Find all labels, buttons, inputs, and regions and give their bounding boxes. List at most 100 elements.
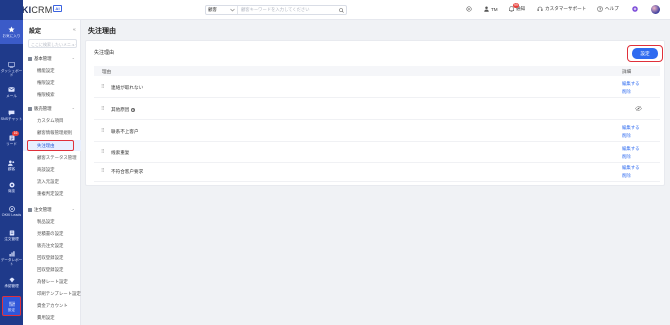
chevron-up-icon: ⌃ xyxy=(71,106,75,112)
rail-item-order[interactable]: 注文管理 xyxy=(0,223,23,247)
rail-item-lead[interactable]: 16 リード xyxy=(0,128,23,152)
drag-handle-icon[interactable]: ⠿ xyxy=(101,128,105,134)
search-scope-value: 顧客 xyxy=(208,7,217,12)
sidebar-item[interactable]: 製品設定 xyxy=(23,216,81,227)
deal-icon xyxy=(8,181,16,188)
sidebar-item[interactable]: 回収登録設定 xyxy=(23,252,81,263)
sidebar-item[interactable]: 費用設定 xyxy=(23,312,81,323)
question-icon[interactable]: ? xyxy=(131,107,136,112)
help-link[interactable]: ヘルプ xyxy=(597,6,619,12)
drag-handle-icon[interactable]: ⠿ xyxy=(101,106,105,112)
reason-name: 线索重复 xyxy=(111,149,130,155)
rail-item-okki-leads[interactable]: OKKI Leads xyxy=(0,199,23,223)
help-icon xyxy=(597,6,603,12)
rail-label: 商談 xyxy=(7,189,16,193)
search-scope-select[interactable]: 顧客 xyxy=(206,6,238,14)
card-title: 失注理由 xyxy=(94,50,115,56)
rail-item-sns-chat[interactable]: SNSチャット xyxy=(0,103,23,127)
folder-icon xyxy=(28,208,32,212)
sidebar-item[interactable]: 資金アカウント xyxy=(23,300,81,311)
rail-item-settings[interactable]: 設定 xyxy=(2,296,21,316)
rail-label: 顧客 xyxy=(7,167,16,171)
table-row: ⠿ 其他原因? xyxy=(94,99,660,120)
sidebar-group-order[interactable]: 注文管理 ⌃ xyxy=(23,205,81,215)
rail-label: リード xyxy=(6,142,17,146)
sidebar-item[interactable]: 権限設定 xyxy=(23,77,81,88)
sidebar-search-input[interactable]: ここに検索したいメニューを入力してください xyxy=(28,39,77,48)
sidebar-item[interactable]: 重複判定設定 xyxy=(23,188,81,199)
lead-count-badge: 16 xyxy=(12,131,19,136)
settings-sidebar: 設定 « ここに検索したいメニューを入力してください 基本管理 ⌃ 機能設定 権限… xyxy=(23,20,81,325)
customer-support-link[interactable]: カスタマーサポート xyxy=(537,6,586,12)
rail-label: SNSチャット xyxy=(0,117,23,121)
delete-link[interactable]: 削除 xyxy=(622,153,640,161)
setting-button[interactable]: 設定 xyxy=(632,48,658,59)
reason-name-cell: 其他原因? xyxy=(111,107,136,113)
gear-icon xyxy=(466,6,472,12)
sidebar-group-basic[interactable]: 基本管理 ⌃ xyxy=(23,54,81,64)
mail-icon xyxy=(8,86,16,93)
report-icon xyxy=(8,250,16,257)
rail-item-deal[interactable]: 商談 xyxy=(0,175,23,199)
bell-icon: 99 xyxy=(509,3,519,12)
search-button[interactable] xyxy=(337,7,346,13)
rail-label: 承認管理 xyxy=(4,284,19,288)
rail-item-dashboard[interactable]: ダッシュボード xyxy=(0,57,23,81)
search-input[interactable]: 顧客キーワードを入力してください xyxy=(238,7,337,13)
chat-icon xyxy=(8,109,16,116)
edit-link[interactable]: 編集する xyxy=(622,80,640,88)
primary-nav-rail: お気に入り ダッシュボード メール SNSチャット 16 リード 顧客 商談 O… xyxy=(0,0,23,325)
sidebar-item[interactable]: 商談設定 xyxy=(23,164,81,175)
collapse-sidebar-button[interactable]: « xyxy=(73,27,76,33)
rail-item-mail[interactable]: メール xyxy=(0,80,23,104)
sidebar-item[interactable]: 印刷テンプレート設定 xyxy=(23,288,81,299)
sidebar-item-lost-reason[interactable]: 失注理由 xyxy=(23,140,81,151)
order-icon xyxy=(8,229,16,236)
group-label: 注文管理 xyxy=(34,207,52,212)
drag-handle-icon[interactable]: ⠿ xyxy=(101,149,105,155)
rail-label: 注文管理 xyxy=(4,237,19,241)
sidebar-item[interactable]: 回収登録設定 xyxy=(23,264,81,275)
sidebar-item[interactable]: 顧客ステータス管理 xyxy=(23,152,81,163)
sidebar-item[interactable]: 顧客情報管理規則 xyxy=(23,127,81,138)
delete-link[interactable]: 削除 xyxy=(622,132,640,140)
sidebar-item[interactable]: 販売注文設定 xyxy=(23,240,81,251)
approval-icon xyxy=(8,276,16,283)
group-label: 基本管理 xyxy=(34,56,52,61)
drag-handle-icon[interactable]: ⠿ xyxy=(101,84,105,90)
table-row: ⠿ 連絡が取れない 編集する 削除 xyxy=(94,77,660,98)
sidebar-item[interactable]: 権限検索 xyxy=(23,89,81,100)
sidebar-item[interactable]: 為替レート設定 xyxy=(23,276,81,287)
sidebar-item[interactable]: カスタム項目 xyxy=(23,115,81,126)
edit-link[interactable]: 編集する xyxy=(622,145,640,153)
chevron-up-icon: ⌃ xyxy=(71,207,75,213)
rail-label: ダッシュボード xyxy=(0,69,23,77)
delete-link[interactable]: 削除 xyxy=(622,172,640,180)
headset-icon xyxy=(537,6,543,12)
reason-name: 連絡が取れない xyxy=(111,84,144,90)
selection-highlight xyxy=(27,140,74,151)
sidebar-group-sales[interactable]: 販売管理 ⌃ xyxy=(23,104,81,114)
delete-link[interactable]: 削除 xyxy=(622,88,640,96)
notification-button[interactable]: 99 通知 xyxy=(509,3,525,12)
avatar[interactable] xyxy=(651,5,660,14)
folder-icon xyxy=(28,57,32,61)
table-row: ⠿ 联系不上客户 編集する 削除 xyxy=(94,121,660,142)
rail-item-favorites[interactable]: お気に入り xyxy=(0,20,23,44)
drag-handle-icon[interactable]: ⠿ xyxy=(101,168,105,174)
ai-assistant-button[interactable] xyxy=(632,6,638,12)
column-header-reason: 理由 xyxy=(102,68,112,74)
rail-item-approval[interactable]: 承認管理 xyxy=(0,270,23,294)
rail-item-report[interactable]: データレポート xyxy=(0,246,23,270)
topbar-settings-button[interactable] xyxy=(466,6,472,12)
sidebar-item[interactable]: 機能設定 xyxy=(23,65,81,76)
folder-icon xyxy=(28,107,32,111)
edit-link[interactable]: 編集する xyxy=(622,124,640,132)
sidebar-item[interactable]: 流入元設定 xyxy=(23,176,81,187)
user-menu[interactable]: TM xyxy=(484,6,498,12)
hidden-eye-icon[interactable] xyxy=(635,106,642,113)
edit-link[interactable]: 編集する xyxy=(622,164,640,172)
rail-item-customer[interactable]: 顧客 xyxy=(0,153,23,177)
sidebar-item[interactable]: 見積書の設定 xyxy=(23,228,81,239)
notification-count-badge: 99 xyxy=(513,3,519,8)
